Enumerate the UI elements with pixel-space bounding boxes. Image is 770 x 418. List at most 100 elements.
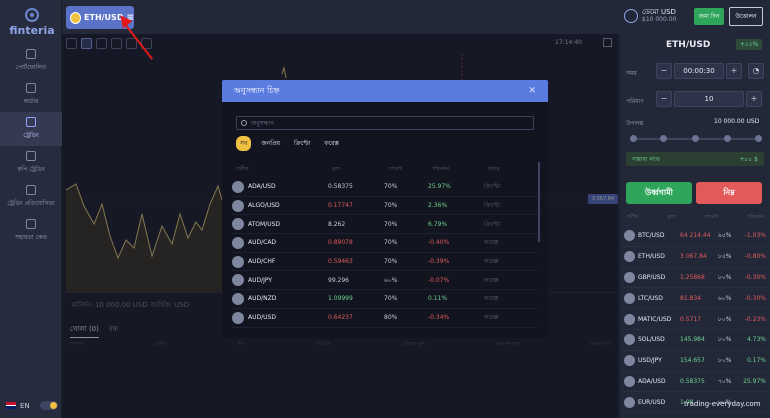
amount-increase-button[interactable]: + — [746, 91, 762, 107]
up-button[interactable]: উর্ধ্বগামী — [626, 182, 692, 204]
trade-panel: ETH/USD +৫৫% সময় − 00:00:30 + ◔ পরিমাণ … — [620, 34, 770, 418]
scrollbar[interactable] — [538, 162, 540, 242]
list-item[interactable]: SOL/USD 145.984 ৮০% 4.73% — [620, 330, 770, 351]
profit-value: +৮৫ $ — [739, 155, 758, 163]
column-header: প্রতীক — [236, 166, 249, 172]
asset-name: SOL/USD — [638, 336, 665, 344]
logo[interactable]: finteria — [8, 8, 56, 37]
asset-change: -0.30% — [744, 294, 766, 302]
list-item[interactable]: ETH/USD 3 067.84 ৮৫% -0.80% — [620, 247, 770, 268]
table-row[interactable]: AUD/CAD 0.89078 70% -0.40% ফরেক্স — [232, 234, 538, 253]
modal-title: অনুসন্ধান চিহ্ন — [234, 85, 280, 95]
symbol-price: 0.59463 — [328, 258, 353, 266]
sidebar-item-label: অর্ডার — [23, 98, 39, 105]
asset-name: BTC/USD — [638, 232, 665, 240]
slider-handle[interactable] — [630, 135, 637, 142]
list-item[interactable]: LTC/USD 81.834 ৬০% -0.30% — [620, 288, 770, 310]
sidebar-item-portfolio[interactable]: পোর্টফোলিও — [0, 44, 62, 78]
category-popular[interactable]: জনপ্রিয় — [257, 136, 284, 151]
symbol-change: 2.36% — [428, 202, 448, 210]
slider-stop[interactable] — [692, 135, 699, 142]
column-header: পরিবর্তন — [432, 166, 450, 172]
sidebar-item-copy-trading[interactable]: কপি ট্রেডিং — [0, 146, 62, 180]
time-increase-button[interactable]: + — [726, 63, 742, 79]
modal-table-header: প্রতীক মূল্য পেমেন্ট পরিবর্তন প্রকার — [236, 166, 536, 174]
theme-toggle[interactable] — [39, 401, 58, 410]
amount-input[interactable]: 10 — [674, 91, 744, 107]
list-item[interactable]: BTC/USD 64 214.44 ৯৫% -1.03% — [620, 226, 770, 247]
asset-change: 4.73% — [746, 336, 766, 344]
sidebar-item-label: কপি ট্রেডিং — [17, 166, 45, 173]
sidebar-item-contests[interactable]: ট্রেডিং প্রতিযোগিতা — [0, 180, 62, 214]
sidebar-item-trading[interactable]: ট্রেডিং — [0, 112, 62, 146]
slider-stop[interactable] — [660, 135, 667, 142]
language-switch[interactable]: EN — [6, 401, 58, 410]
coin-icon — [624, 251, 635, 263]
list-item[interactable]: ADA/USD 0.58375 ৭০% 25.97% — [620, 372, 770, 393]
withdraw-button[interactable]: উত্তোলন — [729, 7, 763, 26]
symbol-name: AUD/CAD — [248, 239, 277, 247]
category-forex[interactable]: ফরেক্স — [320, 136, 343, 151]
down-button[interactable]: নিম্ন — [696, 182, 762, 204]
amount-decrease-button[interactable]: − — [656, 91, 672, 107]
symbol-type: ফরেক্স — [484, 258, 499, 266]
avatar[interactable] — [624, 8, 638, 23]
category-all[interactable]: সব — [236, 136, 252, 151]
sidebar-item-label: ট্রেডিং — [23, 132, 39, 139]
symbol-price: 1.09999 — [328, 295, 353, 303]
asset-payout: ৬০% — [718, 294, 732, 302]
symbol-name: ATOM/USD — [248, 220, 281, 228]
asset-price: 0.58375 — [680, 377, 705, 385]
table-row[interactable]: ALGO/USD 0.17747 70% 2.36% ক্রিপ্টো — [232, 197, 538, 216]
asset-change: -1.03% — [744, 232, 766, 240]
timer-icon[interactable]: ◔ — [748, 63, 764, 79]
amount-slider[interactable] — [630, 135, 762, 142]
sidebar-item-label: ট্রেডিং প্রতিযোগিতা — [7, 200, 55, 207]
table-row[interactable]: ATOM/USD 8.262 70% 6.79% ক্রিপ্টো — [232, 215, 538, 235]
time-decrease-button[interactable]: − — [656, 63, 672, 79]
symbol-name: AUD/CHF — [248, 258, 276, 266]
eth-coin-icon — [70, 11, 82, 24]
sidebar-item-help[interactable]: সহায়তা কেন্দ্র — [0, 214, 62, 248]
sidebar-item-label: পোর্টফোলিও — [15, 64, 47, 71]
category-crypto[interactable]: ক্রিপ্টো — [290, 136, 314, 151]
asset-price: 3 067.84 — [680, 253, 707, 261]
search-input[interactable]: অনুসন্ধান — [236, 116, 534, 130]
coin-icon — [624, 271, 635, 283]
trophy-icon — [26, 185, 36, 195]
column-header: প্রকার — [488, 166, 500, 172]
table-row[interactable]: AUD/USD 0.64237 80% -0.34% ফরেক্স — [232, 309, 538, 328]
coin-icon — [624, 230, 635, 242]
symbol-price: 0.58375 — [328, 183, 353, 191]
close-icon[interactable]: ✕ — [528, 86, 536, 96]
table-row[interactable]: AUD/NZD 1.09999 70% 0.11% ফরেক্স — [232, 290, 538, 309]
table-row[interactable]: AUD/CHF 0.59463 70% -0.39% ফরেক্স — [232, 253, 538, 272]
funds-value: 10 000.00 USD — [714, 118, 760, 125]
symbol-change: -0.40% — [428, 239, 450, 247]
table-row[interactable]: ADA/USD 0.58375 70% 25.97% ক্রিপ্টো — [232, 178, 538, 197]
asset-name: ETH/USD — [638, 253, 665, 261]
deposit-button[interactable]: জমা দিন — [694, 8, 724, 25]
symbol-change: 25.97% — [428, 183, 451, 191]
symbol-type: ক্রিপ্টো — [484, 202, 501, 210]
coin-icon — [232, 311, 244, 324]
list-item[interactable]: GBP/USD 1.25868 ৮০% -0.30% — [620, 268, 770, 289]
asset-change: 25.97% — [743, 377, 766, 385]
logo-text: finteria — [9, 24, 55, 37]
asset-name: ADA/USD — [638, 377, 666, 385]
column-header: মূল্য — [667, 214, 676, 220]
coin-icon — [232, 218, 244, 231]
account-balance[interactable]: ডেমো USD $10 000.00 — [624, 8, 676, 23]
table-row[interactable]: AUD/JPY 99.296 ৬০% -0.07% ফরেক্স — [232, 271, 538, 291]
symbol-payout: 70% — [384, 202, 398, 210]
slider-stop[interactable] — [724, 135, 731, 142]
asset-price: 154.657 — [680, 357, 705, 365]
list-item[interactable]: MATIC/USD 0.5717 ৮০% -0.23% — [620, 309, 770, 330]
symbol-change: -0.34% — [428, 314, 450, 322]
sidebar-item-orders[interactable]: অর্ডার — [0, 78, 62, 112]
time-input[interactable]: 00:00:30 — [674, 63, 724, 79]
symbol-type: ফরেক্স — [484, 239, 499, 247]
slider-stop[interactable] — [755, 135, 762, 142]
asset-price: 1.25868 — [680, 273, 705, 281]
list-item[interactable]: USD/JPY 154.657 ৮০% 0.17% — [620, 351, 770, 372]
